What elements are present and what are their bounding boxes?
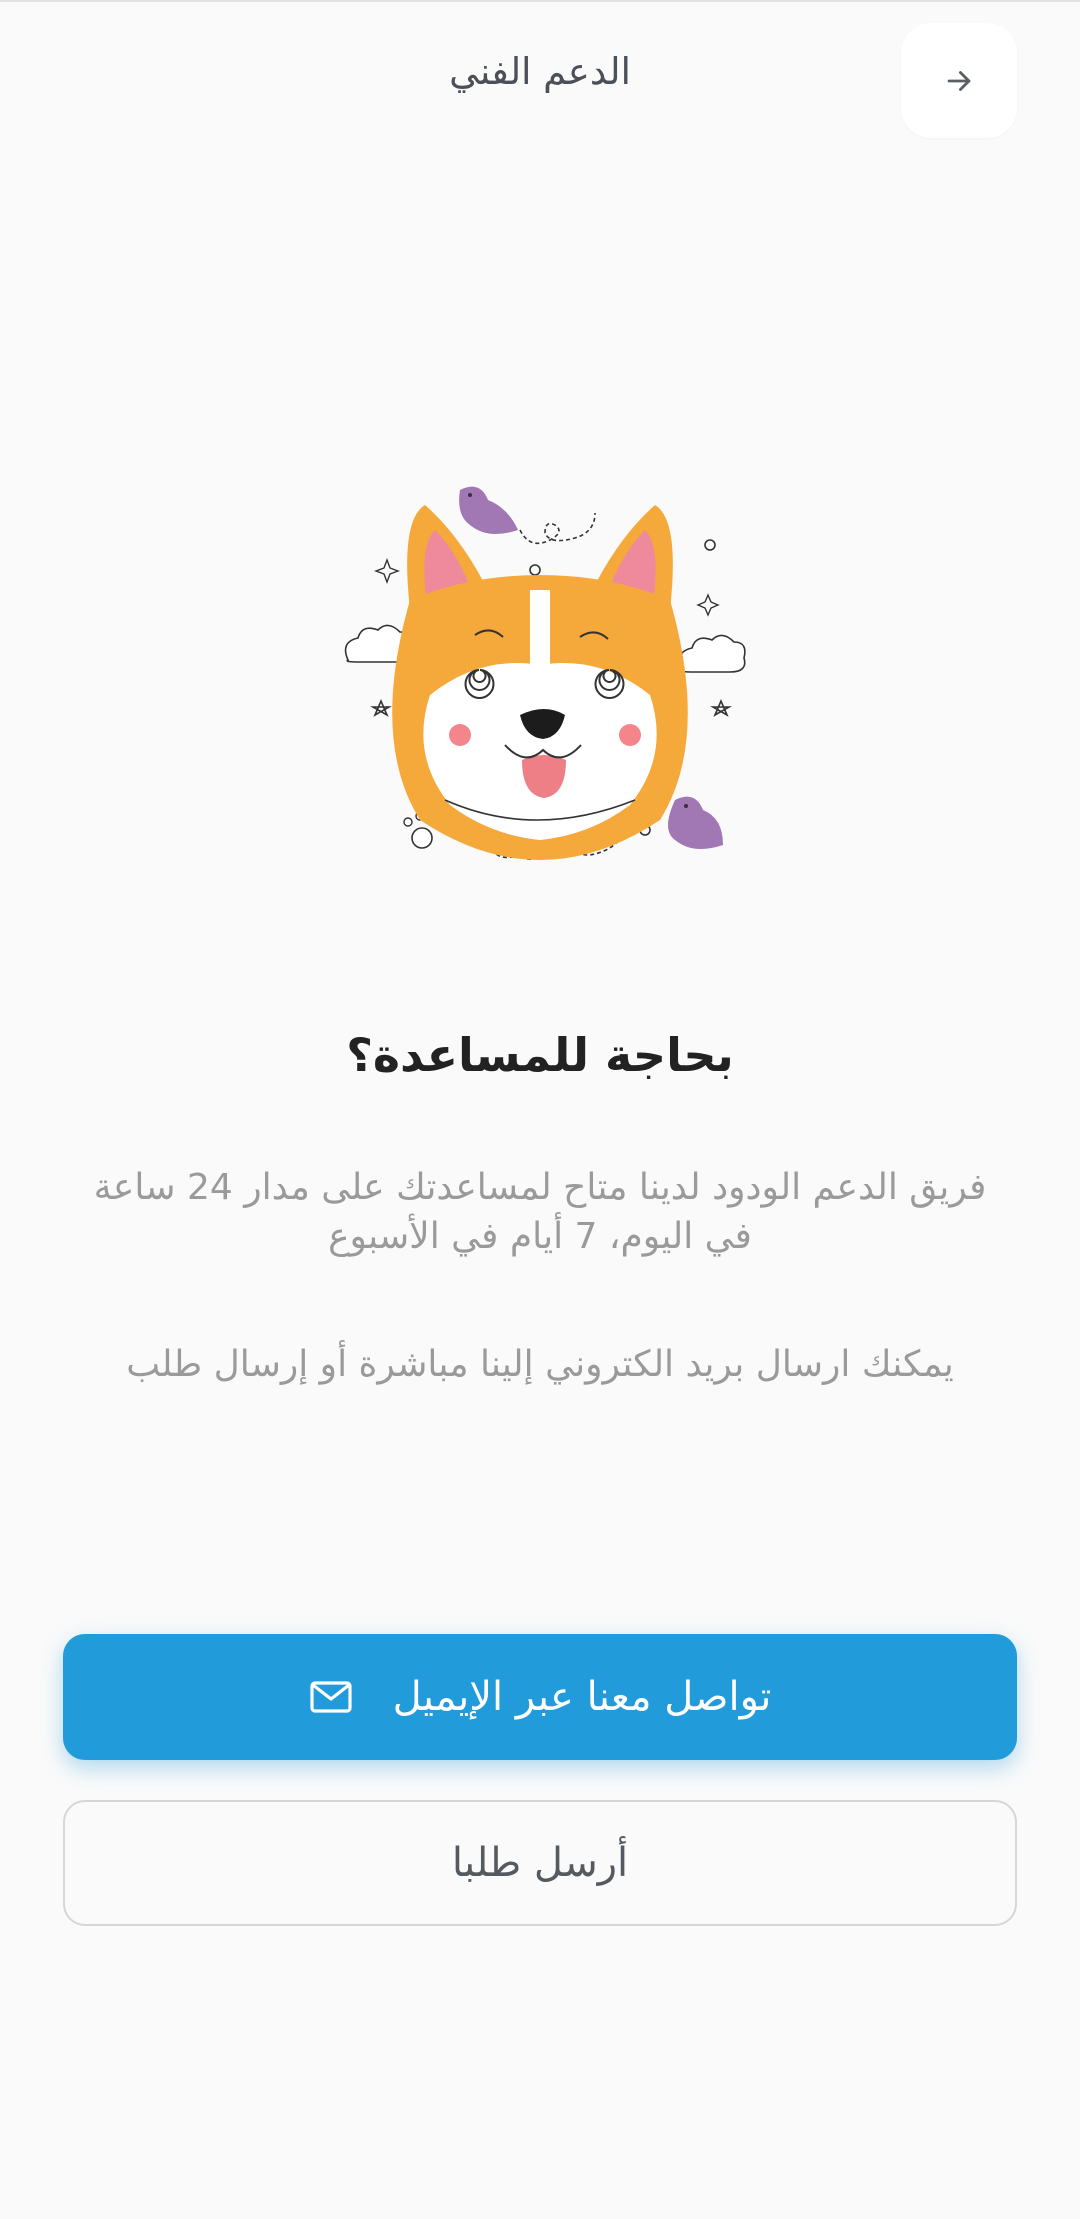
top-divider [0,0,1080,2]
arrow-right-icon [942,64,976,98]
send-request-button[interactable]: أرسل طلبا [63,1800,1017,1926]
page-title: الدعم الفني [449,50,631,93]
mail-icon [309,1680,353,1714]
contact-email-button-label: تواصل معنا عبر الإيميل [392,1674,772,1720]
help-heading: بحاجة للمساعدة؟ [346,1028,734,1082]
send-request-button-label: أرسل طلبا [451,1840,629,1886]
back-button[interactable] [901,23,1017,138]
contact-options-text: يمكنك ارسال بريد الكتروني إلينا مباشرة أ… [126,1344,954,1385]
support-availability-text: فريق الدعم الودود لدينا متاح لمساعدتك عل… [93,1167,987,1257]
corgi-dog-illustration [330,470,750,880]
contact-email-button[interactable]: تواصل معنا عبر الإيميل [63,1634,1017,1760]
